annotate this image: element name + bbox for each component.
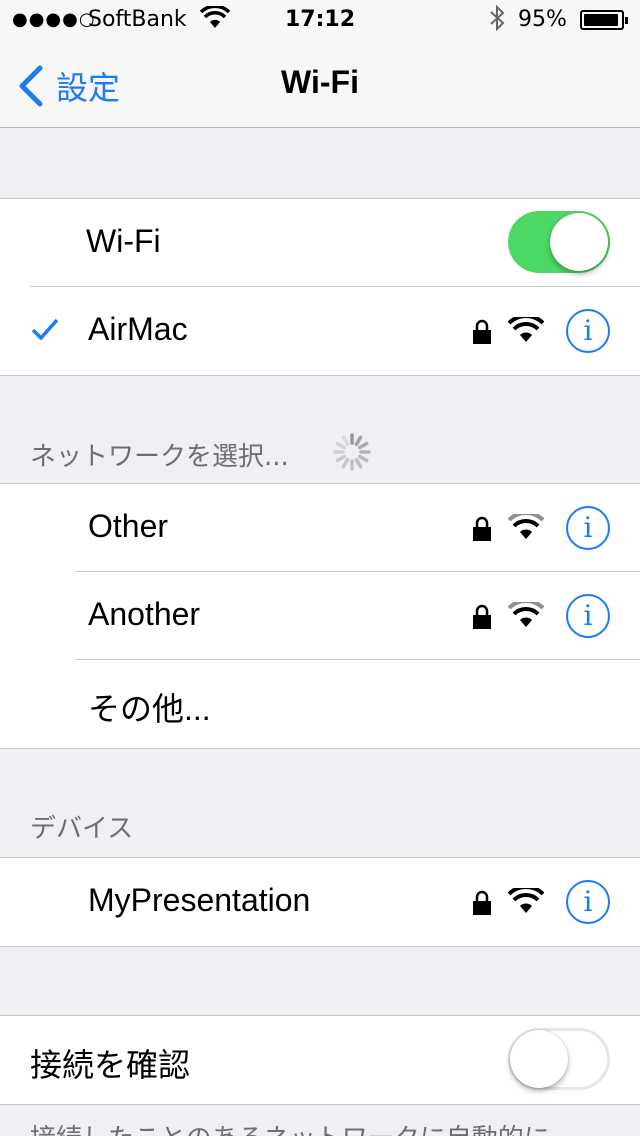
wifi-toggle-label: Wi-Fi [86, 223, 161, 259]
bluetooth-icon [488, 4, 508, 38]
connected-network-name: AirMac [88, 311, 188, 347]
ask-to-join-toggle-knob [510, 1030, 568, 1088]
lock-icon [473, 319, 491, 344]
device-row[interactable]: MyPresentation i [0, 858, 640, 946]
info-icon[interactable]: i [566, 506, 610, 550]
page-title: Wi-Fi [281, 64, 359, 100]
battery-fill [584, 14, 619, 26]
wifi-icon [508, 602, 544, 627]
battery-percent: 95% [518, 7, 567, 32]
connected-network-row[interactable]: AirMac i [0, 287, 640, 375]
wifi-icon [508, 514, 544, 539]
other-network-row[interactable]: その他... [0, 660, 640, 748]
lock-icon [473, 516, 491, 541]
wifi-toggle-row: Wi-Fi [0, 199, 640, 287]
lock-icon [473, 890, 491, 915]
navigation-bar: 設定 Wi-Fi [0, 40, 640, 128]
network-list-group: Other i Another i その他... [0, 483, 640, 749]
info-icon[interactable]: i [566, 880, 610, 924]
spinner-icon [333, 433, 371, 471]
lock-icon [473, 604, 491, 629]
checkmark-icon [31, 318, 59, 341]
other-network-label: その他... [88, 691, 211, 727]
ask-to-join-row: 接続を確認 [0, 1016, 640, 1104]
info-icon[interactable]: i [566, 594, 610, 638]
network-row-other[interactable]: Other i [0, 484, 640, 572]
choose-network-header: ネットワークを選択... [30, 442, 289, 472]
wifi-icon [508, 888, 544, 913]
ask-to-join-group: 接続を確認 [0, 1015, 640, 1105]
ask-to-join-footer: 接続したことのあるネットワークに自動的に [30, 1118, 550, 1136]
status-bar: ●●●●○ SoftBank 17:12 95% [0, 0, 640, 40]
info-icon[interactable]: i [566, 309, 610, 353]
ask-to-join-toggle[interactable] [508, 1028, 610, 1090]
network-name: Another [88, 596, 201, 632]
devices-header: デバイス [30, 814, 134, 844]
network-row-another[interactable]: Another i [0, 572, 640, 660]
wifi-toggle[interactable] [508, 211, 610, 273]
devices-group: MyPresentation i [0, 857, 640, 947]
ask-to-join-label: 接続を確認 [30, 1047, 191, 1083]
wifi-toggle-knob [550, 213, 608, 271]
battery-icon [580, 10, 628, 30]
device-name: MyPresentation [88, 882, 311, 918]
network-name: Other [88, 508, 169, 544]
wifi-icon [508, 317, 544, 342]
wifi-settings-group: Wi-Fi AirMac i [0, 198, 640, 376]
